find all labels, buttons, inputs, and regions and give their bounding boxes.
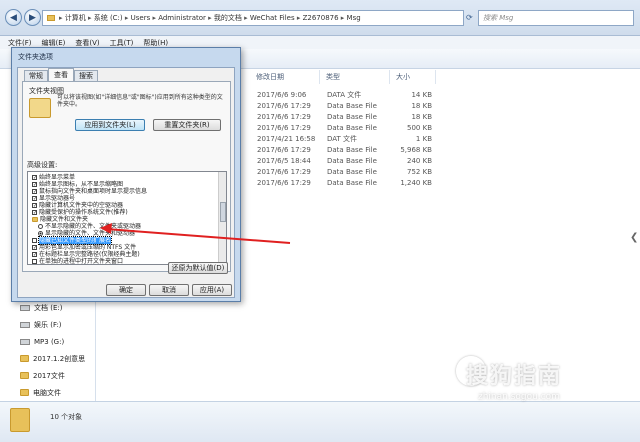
annotation-arrow [100,223,291,244]
